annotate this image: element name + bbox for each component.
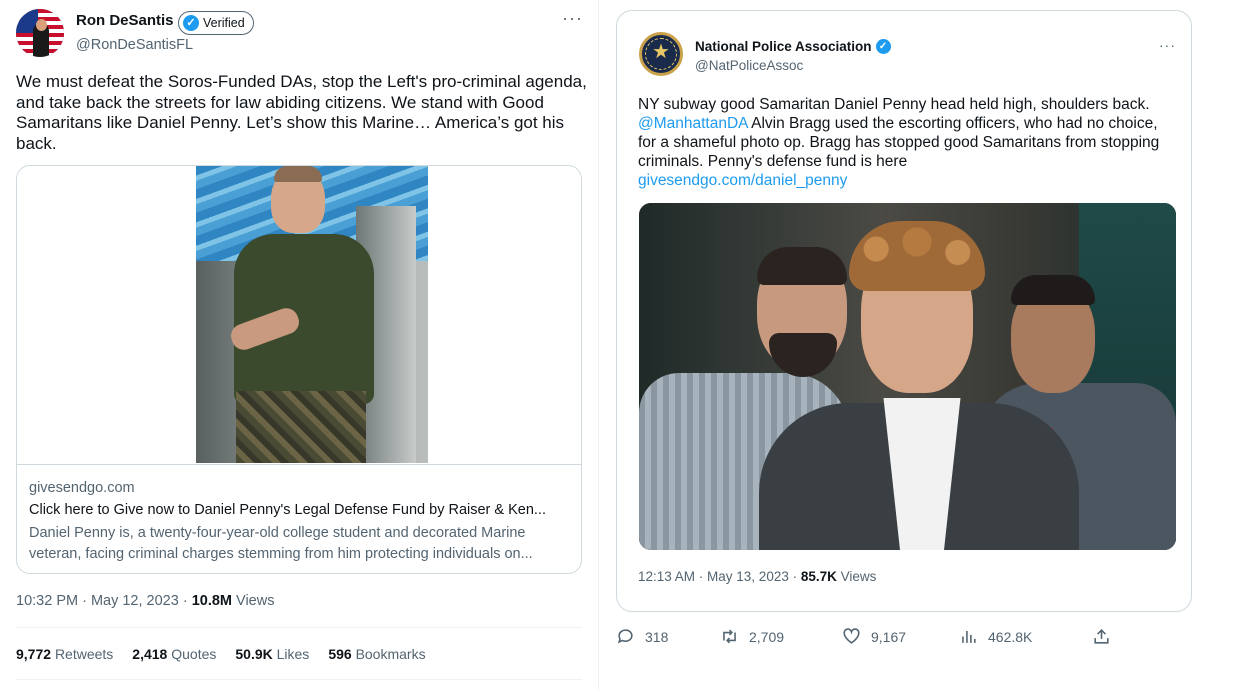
share-button[interactable] — [1092, 627, 1111, 646]
column-divider — [598, 0, 599, 690]
views-button[interactable]: 462.8K — [959, 627, 1032, 646]
author-name-row[interactable]: National Police Association ✓ — [695, 39, 891, 54]
avatar[interactable]: ★ — [639, 32, 683, 76]
retweet-button[interactable]: 2,709 — [720, 627, 784, 646]
retweets-stat[interactable]: 9,772 Retweets — [16, 646, 113, 662]
views-count: 462.8K — [988, 628, 1033, 645]
card-title[interactable]: Click here to Give now to Daniel Penny's… — [29, 502, 574, 518]
tweet-photo[interactable] — [639, 203, 1176, 550]
analytics-icon — [962, 630, 976, 643]
retweet-icon — [723, 629, 736, 644]
card-description: Daniel Penny is, a twenty-four-year-old … — [29, 525, 533, 562]
card-photo — [196, 166, 428, 463]
views-count: 10.8M — [191, 593, 233, 609]
avatar[interactable] — [16, 9, 64, 57]
views-label: Views — [236, 593, 275, 609]
link-card[interactable]: givesendgo.com Click here to Give now to… — [16, 165, 582, 574]
likes-stat[interactable]: 50.9K Likes — [235, 646, 309, 662]
likes-label: Likes — [276, 646, 310, 662]
tweet-text: NY subway good Samaritan Daniel Penny he… — [638, 95, 1178, 190]
engagement-stats: 9,772 Retweets 2,418 Quotes 50.9K Likes … — [16, 646, 426, 662]
reply-button[interactable]: 318 — [616, 627, 668, 646]
tweet-timestamp: 12:13 AM · May 13, 2023 · 85.7K Views — [638, 569, 876, 584]
reply-icon — [617, 629, 633, 644]
author-name[interactable]: Ron DeSantis — [76, 12, 174, 29]
tweet-link[interactable]: givesendgo.com/daniel_penny — [638, 171, 1178, 190]
tweet-text-part1: NY subway good Samaritan Daniel Penny he… — [638, 96, 1150, 113]
author-name[interactable]: National Police Association — [695, 39, 872, 54]
mention-link[interactable]: @ManhattanDA — [638, 115, 748, 132]
card-domain: givesendgo.com — [29, 480, 135, 496]
tweet-time[interactable]: 12:13 AM · May 13, 2023 · — [638, 569, 801, 584]
views-count: 85.7K — [800, 569, 837, 584]
more-options-icon[interactable]: ··· — [562, 8, 583, 29]
author-handle[interactable]: @NatPoliceAssoc — [695, 58, 803, 73]
bookmarks-count: 596 — [328, 646, 352, 662]
bookmarks-label: Bookmarks — [355, 646, 426, 662]
quotes-label: Quotes — [171, 646, 217, 662]
tweet-text: We must defeat the Soros-Funded DAs, sto… — [16, 72, 587, 153]
tweet-time[interactable]: 10:32 PM · May 12, 2023 · — [16, 593, 192, 609]
views-label: Views — [840, 569, 877, 584]
tweet-timestamp: 10:32 PM · May 12, 2023 · 10.8M Views — [16, 593, 274, 609]
star-icon: ★ — [652, 41, 670, 63]
retweets-count: 9,772 — [16, 646, 52, 662]
quotes-stat[interactable]: 2,418 Quotes — [132, 646, 216, 662]
quotes-count: 2,418 — [132, 646, 168, 662]
author-handle[interactable]: @RonDeSantisFL — [76, 37, 193, 53]
share-icon — [1094, 629, 1109, 644]
more-options-icon[interactable]: ··· — [1159, 37, 1176, 53]
verified-label: Verified — [203, 16, 245, 30]
retweet-count: 2,709 — [749, 628, 785, 645]
action-bar: 318 2,709 9,167 462.8K — [616, 627, 1192, 651]
retweets-label: Retweets — [54, 646, 114, 662]
reply-count: 318 — [645, 628, 669, 645]
divider — [16, 679, 582, 680]
divider — [16, 627, 582, 628]
bookmarks-stat[interactable]: 596 Bookmarks — [328, 646, 425, 662]
heart-icon — [843, 628, 860, 644]
like-button[interactable]: 9,167 — [842, 627, 906, 646]
card-image[interactable] — [17, 166, 581, 465]
verified-check-icon: ✓ — [183, 15, 199, 31]
left-tweet: Ron DeSantis ✓ Verified @RonDeSantisFL ·… — [0, 0, 600, 690]
like-count: 9,167 — [871, 628, 907, 645]
verified-badge[interactable]: ✓ Verified — [178, 11, 254, 35]
right-tweet[interactable]: ★ National Police Association ✓ @NatPoli… — [616, 10, 1192, 612]
likes-count: 50.9K — [235, 646, 273, 662]
verified-check-icon: ✓ — [875, 39, 891, 54]
